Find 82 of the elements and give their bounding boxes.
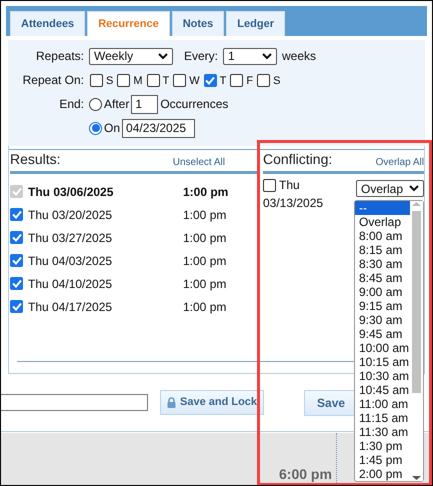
dropdown-option[interactable]: 8:00 am <box>355 229 410 243</box>
time-label: 6:00 pm <box>279 465 332 484</box>
dropdown-option[interactable]: 9:00 am <box>355 285 410 299</box>
lock-icon <box>167 397 176 408</box>
checkbox[interactable] <box>10 300 23 313</box>
field-label: Repeat On: <box>22 72 84 89</box>
field-label: Repeats: <box>34 48 84 65</box>
date-text: Thu 03/20/2025 <box>27 206 114 224</box>
dropdown-option[interactable]: 2:00 pm <box>355 467 410 481</box>
dropdown-option[interactable]: 9:30 am <box>355 313 410 327</box>
checkbox[interactable] <box>117 74 130 86</box>
checkbox[interactable] <box>230 74 244 86</box>
dropdown-option[interactable]: 10:15 am <box>355 355 410 369</box>
caret-icon <box>262 52 272 60</box>
section-title: Conflicting: <box>263 150 332 169</box>
text-field[interactable] <box>1 394 148 411</box>
dropdown-option[interactable]: 10:00 am <box>355 341 410 355</box>
dropdown-option[interactable]: Overlap <box>355 215 410 229</box>
day-label: M <box>133 74 143 90</box>
date-text: Thu 04/17/2025 <box>27 298 114 316</box>
dropdown-option[interactable]: 9:45 am <box>355 327 410 341</box>
input-field[interactable]: 1 <box>131 94 158 114</box>
day-label: W <box>189 74 200 90</box>
dropdown-option[interactable]: 10:30 am <box>355 369 410 383</box>
date-text: 03/13/2025 <box>263 195 324 212</box>
date-text: Thu 04/10/2025 <box>27 276 114 292</box>
day-label: S <box>273 74 280 90</box>
day-label: T <box>162 74 170 90</box>
every-select[interactable]: 1 <box>223 48 278 64</box>
option-label: Occurrences <box>160 96 228 113</box>
time-select[interactable]: Overlap <box>356 180 424 197</box>
input-field[interactable]: 04/23/2025 <box>122 118 196 138</box>
field-label: End: <box>58 96 84 113</box>
scroll-down-arrow-icon[interactable] <box>412 475 421 481</box>
checkbox[interactable] <box>90 74 103 86</box>
day-label: F <box>246 74 254 90</box>
overlap-all-link[interactable]: Overlap All <box>376 155 424 170</box>
day-text: Thu <box>279 177 300 194</box>
checkbox[interactable] <box>10 208 23 221</box>
dropdown-option[interactable]: 1:30 pm <box>355 439 410 453</box>
checkbox[interactable] <box>10 277 23 290</box>
day-label: T <box>220 74 226 90</box>
checkbox[interactable] <box>10 254 23 267</box>
checkbox[interactable] <box>10 231 23 244</box>
time-text: 1:00 pm <box>183 206 226 224</box>
option-label: After <box>104 96 130 113</box>
time-text: 1:00 pm <box>183 298 226 316</box>
button[interactable]: Save and Lock <box>160 390 264 415</box>
time-text: 1:00 pm <box>183 230 226 246</box>
unselect-all-link[interactable]: Unselect All <box>172 155 225 170</box>
tab[interactable]: Attendees <box>10 11 86 36</box>
tab[interactable]: Notes <box>172 11 224 36</box>
dropdown-option[interactable]: 8:30 am <box>355 257 410 271</box>
dropdown-option[interactable]: 11:30 am <box>355 425 410 439</box>
repeats-select[interactable]: Weekly <box>89 48 173 64</box>
tab[interactable]: Ledger <box>226 11 285 36</box>
dropdown-option[interactable]: 9:15 am <box>355 299 410 313</box>
dropdown-option[interactable]: 1:45 pm <box>355 453 410 467</box>
option-label: On <box>104 120 120 137</box>
dropdown-option[interactable]: -- <box>355 201 410 215</box>
date-text: Thu 04/03/2025 <box>27 252 114 270</box>
caret-icon <box>409 185 419 192</box>
checkbox[interactable] <box>173 74 186 86</box>
unit-label: weeks <box>282 48 316 65</box>
time-text: 1:00 pm <box>183 184 228 200</box>
radio-button[interactable] <box>89 122 102 134</box>
checkbox[interactable] <box>204 74 217 86</box>
caret-icon <box>158 52 168 60</box>
checkbox[interactable] <box>146 74 160 86</box>
time-text: 1:00 pm <box>183 252 226 270</box>
dropdown-option[interactable]: 8:45 am <box>355 271 410 285</box>
time-text: 1:00 pm <box>183 276 226 292</box>
date-text: Thu 03/27/2025 <box>27 230 114 246</box>
field-label: Every: <box>184 48 218 65</box>
date-text: Thu 03/06/2025 <box>27 184 114 200</box>
radio-button[interactable] <box>89 98 102 110</box>
dropdown-option[interactable]: 8:15 am <box>355 243 410 257</box>
day-label: S <box>106 74 114 90</box>
section-title: Results: <box>10 150 61 169</box>
checkbox[interactable] <box>257 74 270 86</box>
scrollbar[interactable] <box>410 201 423 481</box>
checkbox[interactable] <box>263 178 276 192</box>
